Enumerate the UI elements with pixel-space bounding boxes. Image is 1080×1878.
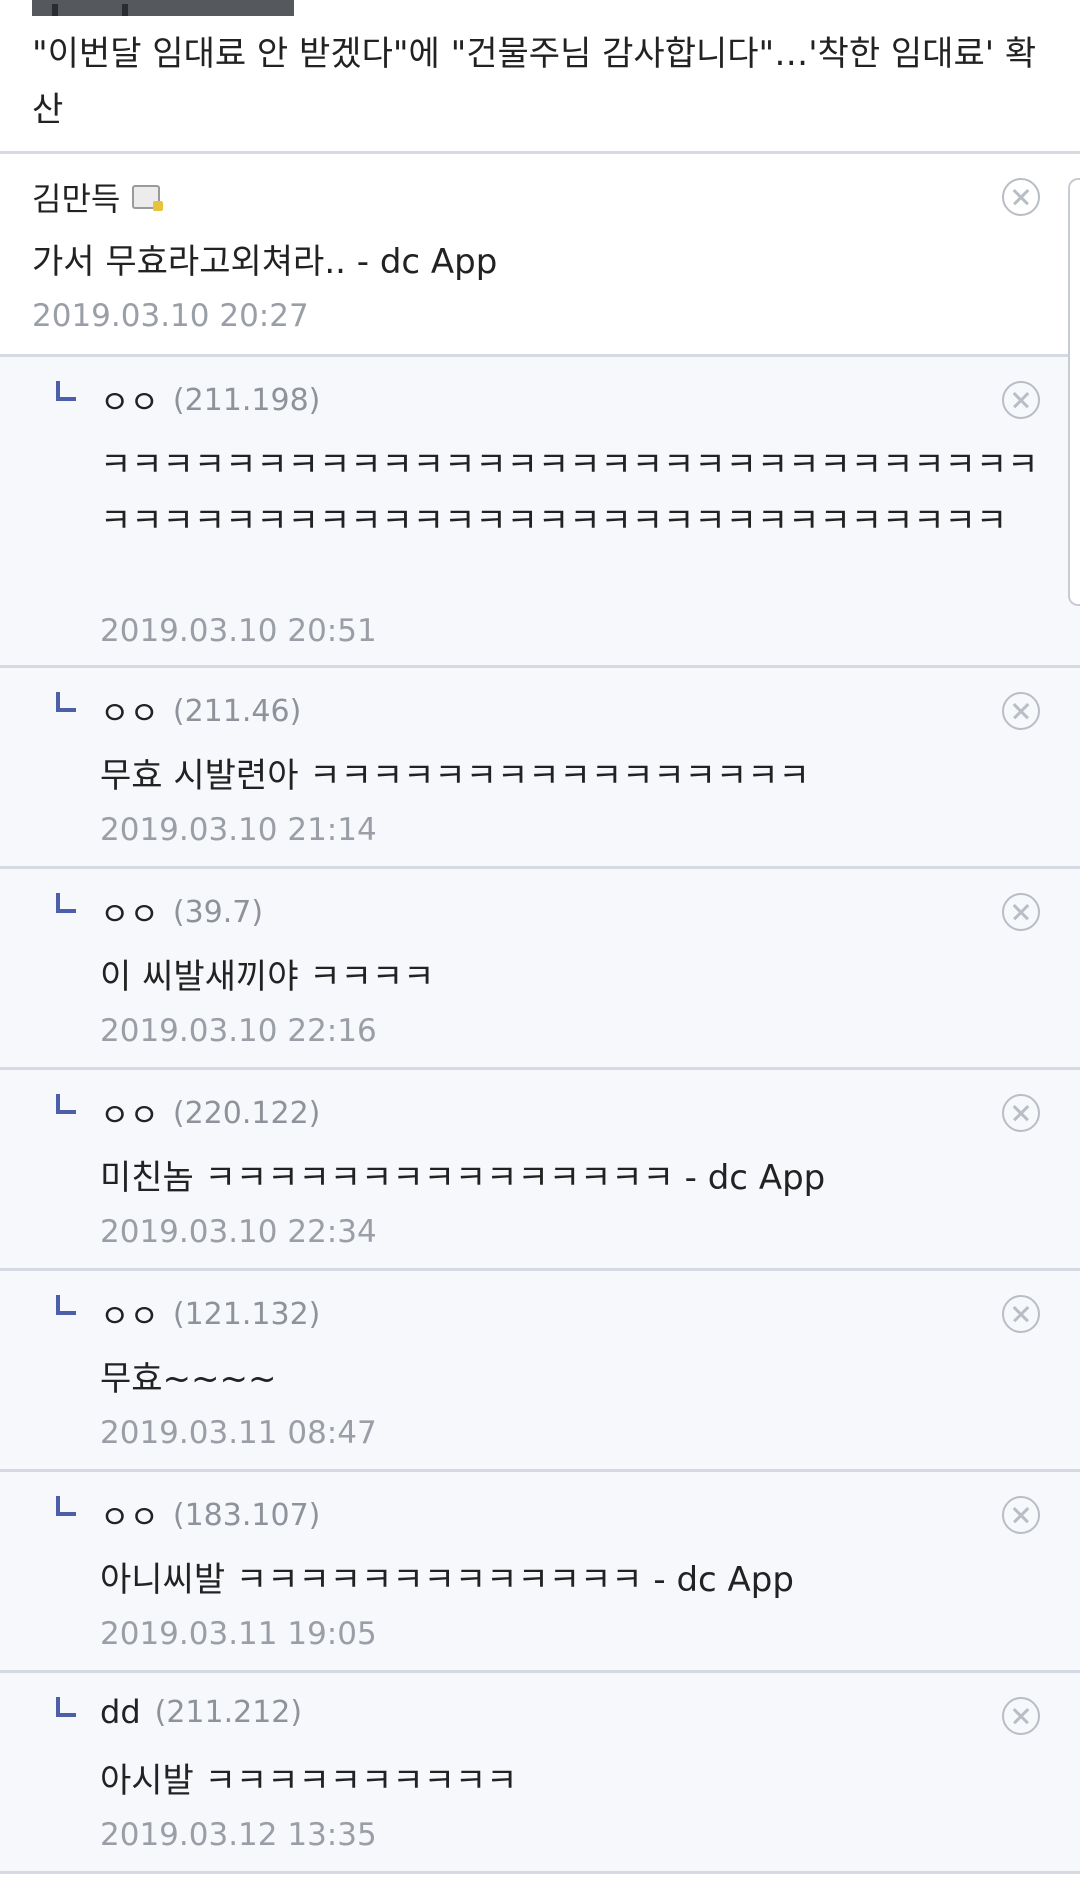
reply-arrow-icon: [56, 692, 76, 712]
comment-author-row: ㅇㅇ (39.7): [100, 889, 263, 935]
comment-body: 아시발 ㅋㅋㅋㅋㅋㅋㅋㅋㅋㅋ: [100, 1761, 518, 1801]
comment-author[interactable]: ㅇㅇ: [100, 1090, 159, 1136]
comment-ip: (211.46): [172, 693, 302, 729]
comment-ip: (211.198): [172, 382, 321, 418]
comment-author[interactable]: ㅇㅇ: [100, 688, 159, 734]
comment-author-row: ㅇㅇ (220.122): [100, 1090, 320, 1136]
comment-body: 가서 무효라고외쳐라.. - dc App: [32, 242, 498, 282]
comment-author[interactable]: ㅇㅇ: [100, 1492, 159, 1538]
comment-author-row: ㅇㅇ (183.107): [100, 1492, 320, 1538]
delete-comment-icon[interactable]: [1002, 1094, 1040, 1132]
comment-date: 2019.03.10 21:14: [100, 812, 377, 848]
scrollbar[interactable]: [1068, 178, 1080, 606]
comment-date: 2019.03.12 13:35: [100, 1817, 377, 1853]
reply-arrow-icon: [56, 1697, 76, 1717]
comment-author-row: 김만득: [32, 174, 164, 220]
comment-author-row: dd (211.212): [100, 1693, 302, 1731]
comment-body: 아니씨발 ㅋㅋㅋㅋㅋㅋㅋㅋㅋㅋㅋㅋㅋ - dc App: [100, 1560, 794, 1600]
divider: [0, 1871, 1080, 1874]
reply-arrow-icon: [56, 1094, 76, 1114]
comment-ip: (121.132): [172, 1296, 321, 1332]
reply-comment: ㅇㅇ (121.132) 무효~~~~ 2019.03.11 08:47: [0, 1271, 1080, 1469]
reply-comment: dd (211.212) 아시발 ㅋㅋㅋㅋㅋㅋㅋㅋㅋㅋ 2019.03.12 13:3…: [0, 1673, 1080, 1871]
article-thumbnail[interactable]: [32, 0, 294, 16]
reply-arrow-icon: [56, 381, 76, 401]
comment-body: 무효 시발련아 ㅋㅋㅋㅋㅋㅋㅋㅋㅋㅋㅋㅋㅋㅋㅋㅋ: [100, 756, 810, 796]
comment-body: 이 씨발새끼야 ㅋㅋㅋㅋ: [100, 957, 435, 997]
comment-ip: (220.122): [172, 1095, 321, 1131]
reply-arrow-icon: [56, 1496, 76, 1516]
comment-author-row: ㅇㅇ (211.46): [100, 688, 301, 734]
comment-ip: (183.107): [172, 1497, 321, 1533]
delete-comment-icon[interactable]: [1002, 1697, 1040, 1735]
comment-author[interactable]: ㅇㅇ: [100, 889, 159, 935]
thumbnail-figure: [122, 4, 128, 16]
gallery-badge-icon: [132, 185, 164, 211]
reply-arrow-icon: [56, 1295, 76, 1315]
reply-comment: ㅇㅇ (183.107) 아니씨발 ㅋㅋㅋㅋㅋㅋㅋㅋㅋㅋㅋㅋㅋ - dc App 20…: [0, 1472, 1080, 1670]
article-headline[interactable]: "이번달 임대료 안 받겠다"에 "건물주님 감사합니다"…'착한 임대료' 확…: [32, 26, 1052, 138]
comment-date: 2019.03.11 19:05: [100, 1616, 377, 1652]
reply-comment: ㅇㅇ (211.46) 무효 시발련아 ㅋㅋㅋㅋㅋㅋㅋㅋㅋㅋㅋㅋㅋㅋㅋㅋ 2019.0…: [0, 668, 1080, 866]
delete-comment-icon[interactable]: [1002, 692, 1040, 730]
comment-author[interactable]: dd: [100, 1693, 141, 1731]
comment-author[interactable]: ㅇㅇ: [100, 1291, 159, 1337]
comment-body: 미친놈 ㅋㅋㅋㅋㅋㅋㅋㅋㅋㅋㅋㅋㅋㅋㅋ - dc App: [100, 1158, 826, 1198]
reply-comment: ㅇㅇ (211.198) ㅋㅋㅋㅋㅋㅋㅋㅋㅋㅋㅋㅋㅋㅋㅋㅋㅋㅋㅋㅋㅋㅋㅋㅋㅋㅋㅋㅋㅋ…: [0, 357, 1080, 665]
delete-comment-icon[interactable]: [1002, 1295, 1040, 1333]
reply-arrow-icon: [56, 893, 76, 913]
delete-comment-icon[interactable]: [1002, 893, 1040, 931]
comment-author[interactable]: 김만득: [32, 174, 120, 220]
comment-author[interactable]: ㅇㅇ: [100, 377, 159, 423]
comment-ip: (39.7): [172, 894, 264, 930]
comment-date: 2019.03.10 20:27: [32, 298, 309, 334]
comment-date: 2019.03.11 08:47: [100, 1415, 377, 1451]
reply-comment: ㅇㅇ (39.7) 이 씨발새끼야 ㅋㅋㅋㅋ 2019.03.10 22:16: [0, 869, 1080, 1067]
delete-comment-icon[interactable]: [1002, 1496, 1040, 1534]
delete-comment-icon[interactable]: [1002, 381, 1040, 419]
comment-date: 2019.03.10 20:51: [100, 613, 377, 649]
comment-author-row: ㅇㅇ (211.198): [100, 377, 320, 423]
comment-body: 무효~~~~: [100, 1359, 277, 1399]
thumbnail-figure: [52, 4, 58, 16]
comment-body: ㅋㅋㅋㅋㅋㅋㅋㅋㅋㅋㅋㅋㅋㅋㅋㅋㅋㅋㅋㅋㅋㅋㅋㅋㅋㅋㅋㅋㅋㅋㅋㅋㅋㅋㅋㅋㅋㅋㅋㅋ…: [100, 445, 1039, 541]
comment-author-row: ㅇㅇ (121.132): [100, 1291, 320, 1337]
comment-ip: (211.212): [154, 1694, 303, 1730]
comment: 김만득가서 무효라고외쳐라.. - dc App 2019.03.10 20:27: [0, 154, 1080, 354]
delete-comment-icon[interactable]: [1002, 178, 1040, 216]
comment-date: 2019.03.10 22:16: [100, 1013, 377, 1049]
comment-date: 2019.03.10 22:34: [100, 1214, 377, 1250]
reply-comment: ㅇㅇ (220.122) 미친놈 ㅋㅋㅋㅋㅋㅋㅋㅋㅋㅋㅋㅋㅋㅋㅋ - dc App 2…: [0, 1070, 1080, 1268]
